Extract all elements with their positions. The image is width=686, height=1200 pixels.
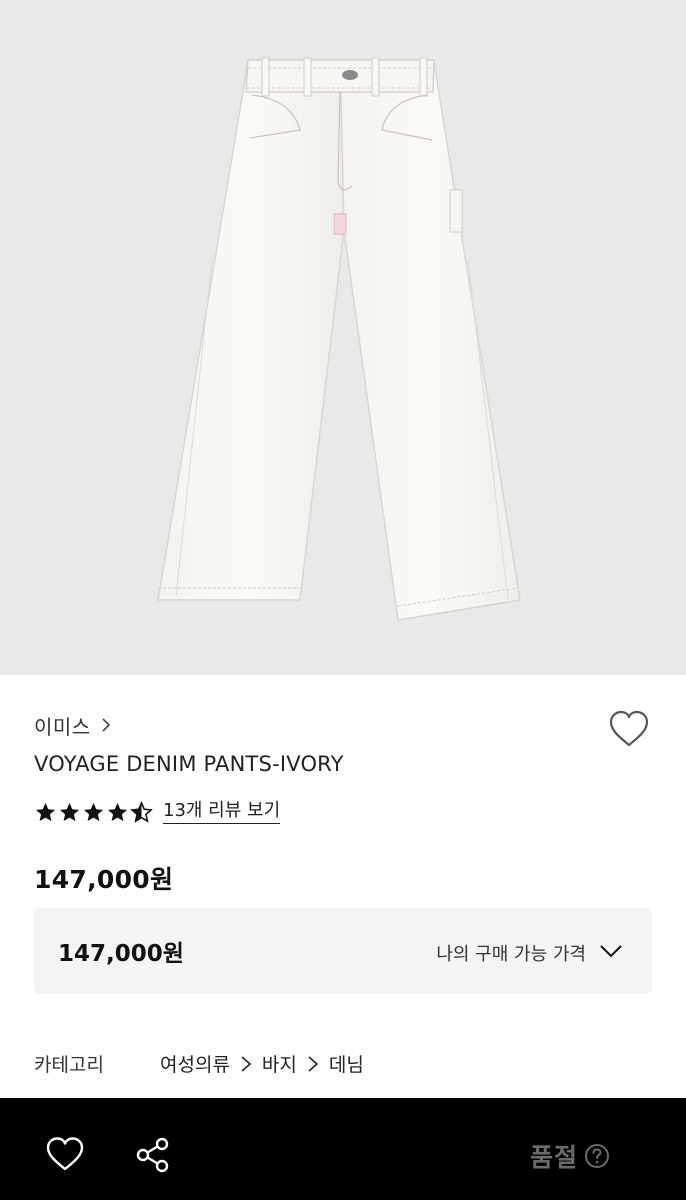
chevron-down-icon (600, 945, 622, 958)
my-price-value: 147,000원 (58, 941, 184, 967)
rating-row: 13개 리뷰 보기 (34, 798, 281, 826)
category-crumb-2[interactable]: 바지 (262, 1050, 297, 1077)
brand-link[interactable]: 이미스 (34, 710, 111, 740)
heart-outline-icon[interactable] (45, 1136, 85, 1172)
half-star-icon (130, 800, 153, 823)
chevron-right-icon (241, 1055, 252, 1072)
share-icon[interactable] (134, 1136, 172, 1174)
bottom-action-bar: 품절 (0, 1098, 686, 1200)
pants-illustration (157, 57, 521, 621)
star-icon (35, 802, 56, 821)
product-image[interactable] (0, 0, 686, 675)
review-link[interactable]: 13개 리뷰 보기 (163, 800, 281, 824)
heart-outline-icon (609, 710, 649, 747)
my-price-label: 나의 구매 가능 가격 (436, 944, 586, 965)
chevron-right-icon (102, 718, 110, 732)
product-title: VOYAGE DENIM PANTS-IVORY (34, 752, 344, 776)
product-price: 147,000원 (34, 865, 174, 894)
category-crumb-3[interactable]: 데님 (329, 1050, 364, 1077)
star-icon (83, 802, 104, 821)
my-price-box[interactable]: 147,000원 나의 구매 가능 가격 (34, 908, 652, 994)
brand-name: 이미스 (34, 714, 91, 739)
category-row: 카테고리 여성의류 바지 데님 (34, 1050, 364, 1077)
star-icon (107, 802, 128, 821)
question-icon[interactable] (584, 1143, 610, 1169)
star-icon (59, 802, 80, 821)
star-rating (34, 800, 153, 824)
category-crumb-1[interactable]: 여성의류 (160, 1050, 230, 1077)
soldout-text: 품절 (530, 1143, 579, 1172)
category-label: 카테고리 (34, 1054, 104, 1076)
wishlist-button[interactable] (606, 708, 652, 750)
soldout-status: 품절 (530, 1138, 610, 1174)
chevron-right-icon (308, 1055, 319, 1072)
